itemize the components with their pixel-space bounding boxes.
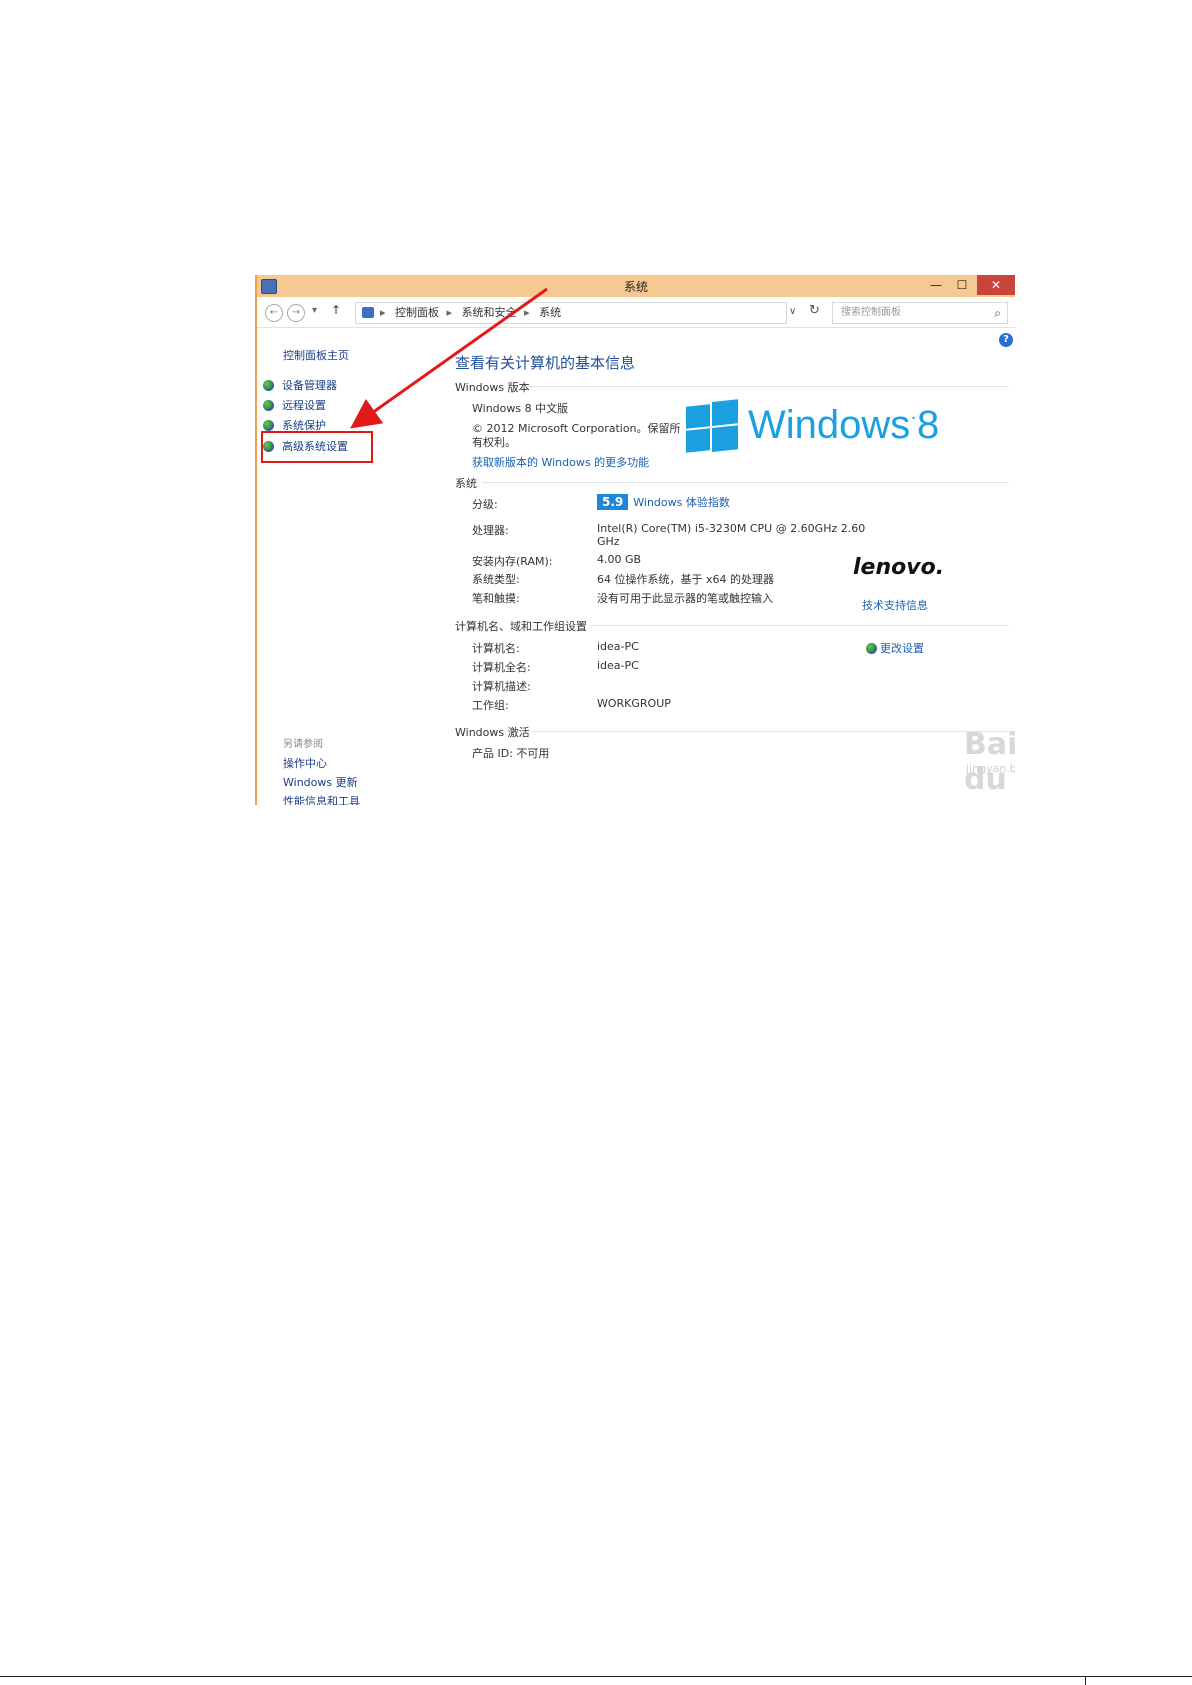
support-info-link[interactable]: 技术支持信息 [862, 597, 928, 613]
minimize-button[interactable]: — [924, 275, 948, 295]
help-icon[interactable]: ? [999, 333, 1013, 347]
windows-8-logo: Windows·8 [686, 397, 946, 457]
section-heading-activation: Windows 激活 [455, 726, 530, 739]
processor-value-line2: GHz [597, 535, 620, 548]
windows-logo-icon [686, 399, 738, 454]
computer-description-label: 计算机描述: [472, 680, 531, 693]
section-divider [532, 731, 1009, 732]
search-input[interactable]: 搜索控制面板 ⌕ [832, 302, 1008, 324]
shield-icon [263, 380, 274, 391]
control-panel-icon [362, 307, 374, 318]
back-arrow-icon[interactable]: ← [265, 304, 283, 322]
breadcrumb[interactable]: ▸ 控制面板 ▸ 系统和安全 ▸ 系统 [355, 302, 787, 324]
close-button[interactable]: ✕ [977, 275, 1015, 295]
forward-arrow-icon[interactable]: → [287, 304, 305, 322]
up-arrow-icon[interactable]: ↑ [331, 303, 341, 317]
page-bottom-rule [0, 1676, 1192, 1677]
section-heading-system: 系统 [455, 477, 477, 490]
system-type-label: 系统类型: [472, 573, 520, 586]
see-also-link-performance[interactable]: 性能信息和工具 [283, 793, 360, 805]
system-window: 系统 — ☐ ✕ ← → ▾ ↑ ▸ 控制面板 ▸ 系统和安全 ▸ 系统 ∨ ↻… [255, 275, 1015, 805]
highlight-box [261, 431, 373, 463]
chevron-down-icon[interactable]: ∨ [789, 306, 796, 317]
copyright-line2: 有权利。 [472, 436, 516, 449]
rating-label: 分级: [472, 498, 498, 511]
see-also-heading: 另请参阅 [283, 739, 323, 750]
section-heading-computer: 计算机名、域和工作组设置 [455, 620, 587, 633]
address-bar: ← → ▾ ↑ ▸ 控制面板 ▸ 系统和安全 ▸ 系统 ∨ ↻ 搜索控制面板 ⌕ [257, 297, 1015, 328]
sidebar-item-label: 远程设置 [282, 399, 326, 412]
see-also-link-windows-update[interactable]: Windows 更新 [283, 774, 358, 790]
shield-icon [263, 420, 274, 431]
search-icon[interactable]: ⌕ [994, 303, 1001, 323]
see-also-link-action-center[interactable]: 操作中心 [283, 755, 327, 771]
sidebar-item-remote-settings[interactable]: 远程设置 [263, 397, 326, 413]
section-divider [524, 386, 1009, 387]
recent-dropdown-icon[interactable]: ▾ [312, 305, 317, 316]
section-divider [590, 625, 1009, 626]
processor-label: 处理器: [472, 524, 509, 537]
sidebar-item-label: 设备管理器 [282, 379, 337, 392]
breadcrumb-separator-icon: ▸ [446, 306, 453, 319]
sidebar-item-device-manager[interactable]: 设备管理器 [263, 377, 337, 393]
breadcrumb-item[interactable]: 控制面板 [395, 306, 439, 319]
refresh-icon[interactable]: ↻ [809, 303, 820, 318]
page-rule-tick [1085, 1676, 1086, 1685]
computer-fullname-value: idea-PC [597, 659, 639, 672]
main-content: ? 查看有关计算机的基本信息 Windows 版本 Windows 8 中文版 … [442, 327, 1015, 805]
product-id: 产品 ID: 不可用 [472, 747, 550, 760]
pen-touch-value: 没有可用于此显示器的笔或触控输入 [597, 592, 773, 605]
title-bar[interactable]: 系统 — ☐ ✕ [257, 275, 1015, 297]
computer-name-value: idea-PC [597, 640, 639, 653]
processor-value-line1: Intel(R) Core(TM) i5-3230M CPU @ 2.60GHz… [597, 522, 866, 535]
search-placeholder: 搜索控制面板 [841, 307, 901, 318]
sidebar: 控制面板主页 设备管理器 远程设置 系统保护 高级系统设置 另请参阅 操作中心 … [257, 327, 442, 805]
sidebar-home-link[interactable]: 控制面板主页 [283, 347, 349, 363]
workgroup-value: WORKGROUP [597, 697, 671, 710]
computer-name-label: 计算机名: [472, 642, 520, 655]
maximize-button[interactable]: ☐ [950, 275, 974, 295]
ram-label: 安装内存(RAM): [472, 555, 553, 568]
baidu-watermark-url: jingyan.baidu.com [966, 762, 1015, 775]
rating-badge: 5.9 [597, 494, 629, 510]
windows-logo-text: Windows·8 [748, 403, 940, 447]
rating-value: 5.9 Windows 体验指数 [597, 494, 730, 510]
breadcrumb-separator-icon: ▸ [380, 306, 386, 319]
workgroup-label: 工作组: [472, 699, 509, 712]
lenovo-logo: lenovo. [853, 555, 945, 580]
experience-index-link[interactable]: Windows 体验指数 [633, 496, 730, 509]
breadcrumb-item[interactable]: 系统和安全 [462, 306, 517, 319]
computer-fullname-label: 计算机全名: [472, 661, 531, 674]
shield-icon [263, 400, 274, 411]
change-settings-link[interactable]: 更改设置 [866, 640, 924, 656]
breadcrumb-item[interactable]: 系统 [539, 306, 561, 319]
section-divider [482, 482, 1009, 483]
shield-icon [866, 643, 877, 654]
page-title: 查看有关计算机的基本信息 [455, 354, 636, 372]
more-features-link[interactable]: 获取新版本的 Windows 的更多功能 [472, 454, 649, 470]
breadcrumb-separator-icon: ▸ [524, 306, 530, 319]
system-type-value: 64 位操作系统，基于 x64 的处理器 [597, 573, 774, 586]
window-title: 系统 [623, 280, 648, 294]
edition-name: Windows 8 中文版 [472, 402, 569, 415]
pen-touch-label: 笔和触摸: [472, 592, 520, 605]
ram-value: 4.00 GB [597, 553, 642, 566]
section-heading-edition: Windows 版本 [455, 381, 530, 394]
